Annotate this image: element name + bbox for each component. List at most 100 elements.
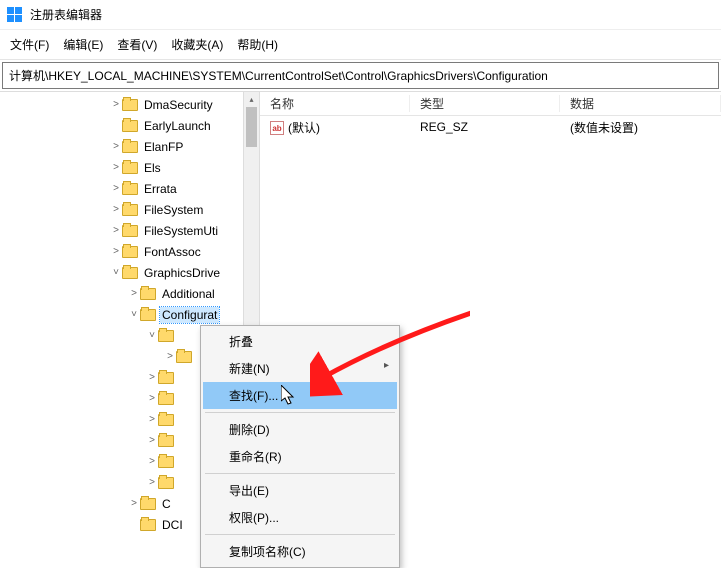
menu-file[interactable]: 文件(F) bbox=[10, 36, 49, 53]
value-data-cell: (数值未设置) bbox=[560, 119, 721, 136]
folder-icon bbox=[122, 99, 138, 111]
tree-item-label: FontAssoc bbox=[142, 244, 203, 260]
folder-icon bbox=[122, 246, 138, 258]
menu-favorites[interactable]: 收藏夹(A) bbox=[171, 36, 223, 53]
chevron-right-icon[interactable]: > bbox=[110, 99, 122, 110]
chevron-right-icon[interactable]: > bbox=[110, 141, 122, 152]
list-header: 名称 类型 数据 bbox=[260, 92, 721, 116]
chevron-right-icon[interactable]: > bbox=[110, 162, 122, 173]
folder-icon bbox=[158, 456, 174, 468]
tree-item-label: Errata bbox=[142, 181, 179, 197]
menu-export[interactable]: 导出(E) bbox=[203, 477, 397, 504]
chevron-down-icon[interactable]: ˅ bbox=[146, 330, 158, 341]
folder-icon bbox=[140, 309, 156, 321]
titlebar: 注册表编辑器 bbox=[0, 0, 721, 30]
folder-icon bbox=[158, 477, 174, 489]
address-bar[interactable]: 计算机\HKEY_LOCAL_MACHINE\SYSTEM\CurrentCon… bbox=[2, 62, 719, 89]
tree-item[interactable]: > FileSystemUti bbox=[0, 220, 259, 241]
tree-item-label: GraphicsDrive bbox=[142, 265, 222, 281]
folder-icon bbox=[122, 141, 138, 153]
menu-edit[interactable]: 编辑(E) bbox=[63, 36, 103, 53]
chevron-right-icon[interactable]: > bbox=[164, 351, 176, 362]
context-menu: 折叠 新建(N) 查找(F)... 删除(D) 重命名(R) 导出(E) 权限(… bbox=[200, 325, 400, 568]
folder-icon bbox=[122, 162, 138, 174]
menu-view[interactable]: 查看(V) bbox=[117, 36, 157, 53]
chevron-down-icon[interactable]: ˅ bbox=[128, 309, 140, 320]
tree-item[interactable]: > Els bbox=[0, 157, 259, 178]
chevron-right-icon[interactable]: > bbox=[146, 414, 158, 425]
chevron-right-icon[interactable]: > bbox=[110, 183, 122, 194]
tree-item-label: FileSystem bbox=[142, 202, 205, 218]
col-type[interactable]: 类型 bbox=[410, 95, 560, 112]
chevron-right-icon[interactable]: > bbox=[146, 477, 158, 488]
tree-item[interactable]: EarlyLaunch bbox=[0, 115, 259, 136]
value-name: (默认) bbox=[288, 121, 320, 135]
chevron-right-icon[interactable]: > bbox=[128, 498, 140, 509]
value-name-cell: ab(默认) bbox=[260, 119, 410, 136]
folder-icon bbox=[140, 498, 156, 510]
scroll-thumb[interactable] bbox=[246, 107, 257, 147]
tree-item-label: Additional bbox=[160, 286, 217, 302]
tree-item[interactable]: > Additional bbox=[0, 283, 259, 304]
chevron-down-icon[interactable]: ˅ bbox=[110, 267, 122, 278]
folder-icon bbox=[140, 288, 156, 300]
chevron-right-icon[interactable]: > bbox=[146, 435, 158, 446]
tree-item-label bbox=[178, 398, 182, 400]
folder-icon bbox=[158, 435, 174, 447]
folder-icon bbox=[158, 330, 174, 342]
menu-copy-key-name[interactable]: 复制项名称(C) bbox=[203, 538, 397, 565]
menubar: 文件(F) 编辑(E) 查看(V) 收藏夹(A) 帮助(H) bbox=[0, 30, 721, 60]
tree-item-label: ElanFP bbox=[142, 139, 185, 155]
folder-icon bbox=[122, 267, 138, 279]
tree-item[interactable]: ˅ Configurat bbox=[0, 304, 259, 325]
menu-help[interactable]: 帮助(H) bbox=[237, 36, 278, 53]
folder-icon bbox=[122, 183, 138, 195]
tree-item[interactable]: ˅ GraphicsDrive bbox=[0, 262, 259, 283]
col-data[interactable]: 数据 bbox=[560, 95, 721, 112]
menu-rename[interactable]: 重命名(R) bbox=[203, 443, 397, 470]
tree-item-label bbox=[178, 419, 182, 421]
tree-item[interactable]: > FileSystem bbox=[0, 199, 259, 220]
tree-item-label bbox=[178, 482, 182, 484]
value-type-cell: REG_SZ bbox=[410, 120, 560, 134]
menu-separator bbox=[205, 412, 395, 413]
tree-item-label bbox=[178, 377, 182, 379]
menu-permissions[interactable]: 权限(P)... bbox=[203, 504, 397, 531]
regedit-icon bbox=[6, 7, 22, 23]
tree-item-label bbox=[178, 335, 182, 337]
tree-item-label: Configurat bbox=[160, 307, 219, 323]
tree-item-label: FileSystemUti bbox=[142, 223, 220, 239]
window-title: 注册表编辑器 bbox=[30, 6, 102, 23]
chevron-right-icon[interactable]: > bbox=[146, 372, 158, 383]
folder-icon bbox=[158, 393, 174, 405]
chevron-right-icon[interactable]: > bbox=[128, 288, 140, 299]
folder-icon bbox=[176, 351, 192, 363]
tree-item[interactable]: > DmaSecurity bbox=[0, 94, 259, 115]
scroll-up-icon[interactable]: ▴ bbox=[244, 92, 259, 107]
menu-delete[interactable]: 删除(D) bbox=[203, 416, 397, 443]
tree-item-label: C bbox=[160, 496, 173, 512]
tree-item[interactable]: > FontAssoc bbox=[0, 241, 259, 262]
folder-icon bbox=[158, 372, 174, 384]
menu-separator bbox=[205, 473, 395, 474]
chevron-right-icon[interactable]: > bbox=[110, 204, 122, 215]
menu-new[interactable]: 新建(N) bbox=[203, 355, 397, 382]
chevron-right-icon[interactable]: > bbox=[110, 246, 122, 257]
menu-find[interactable]: 查找(F)... bbox=[203, 382, 397, 409]
tree-item[interactable]: > Errata bbox=[0, 178, 259, 199]
folder-icon bbox=[122, 204, 138, 216]
menu-collapse[interactable]: 折叠 bbox=[203, 328, 397, 355]
tree-item-label: DCI bbox=[160, 517, 185, 533]
tree-item[interactable]: > ElanFP bbox=[0, 136, 259, 157]
folder-icon bbox=[158, 414, 174, 426]
folder-icon bbox=[122, 120, 138, 132]
tree-item-label bbox=[178, 440, 182, 442]
col-name[interactable]: 名称 bbox=[260, 95, 410, 112]
chevron-right-icon[interactable]: > bbox=[146, 393, 158, 404]
chevron-right-icon[interactable]: > bbox=[146, 456, 158, 467]
list-row[interactable]: ab(默认) REG_SZ (数值未设置) bbox=[260, 116, 721, 138]
tree-item-label: Els bbox=[142, 160, 163, 176]
tree-item-label: DmaSecurity bbox=[142, 97, 215, 113]
chevron-right-icon[interactable]: > bbox=[110, 225, 122, 236]
tree-item-label bbox=[178, 461, 182, 463]
